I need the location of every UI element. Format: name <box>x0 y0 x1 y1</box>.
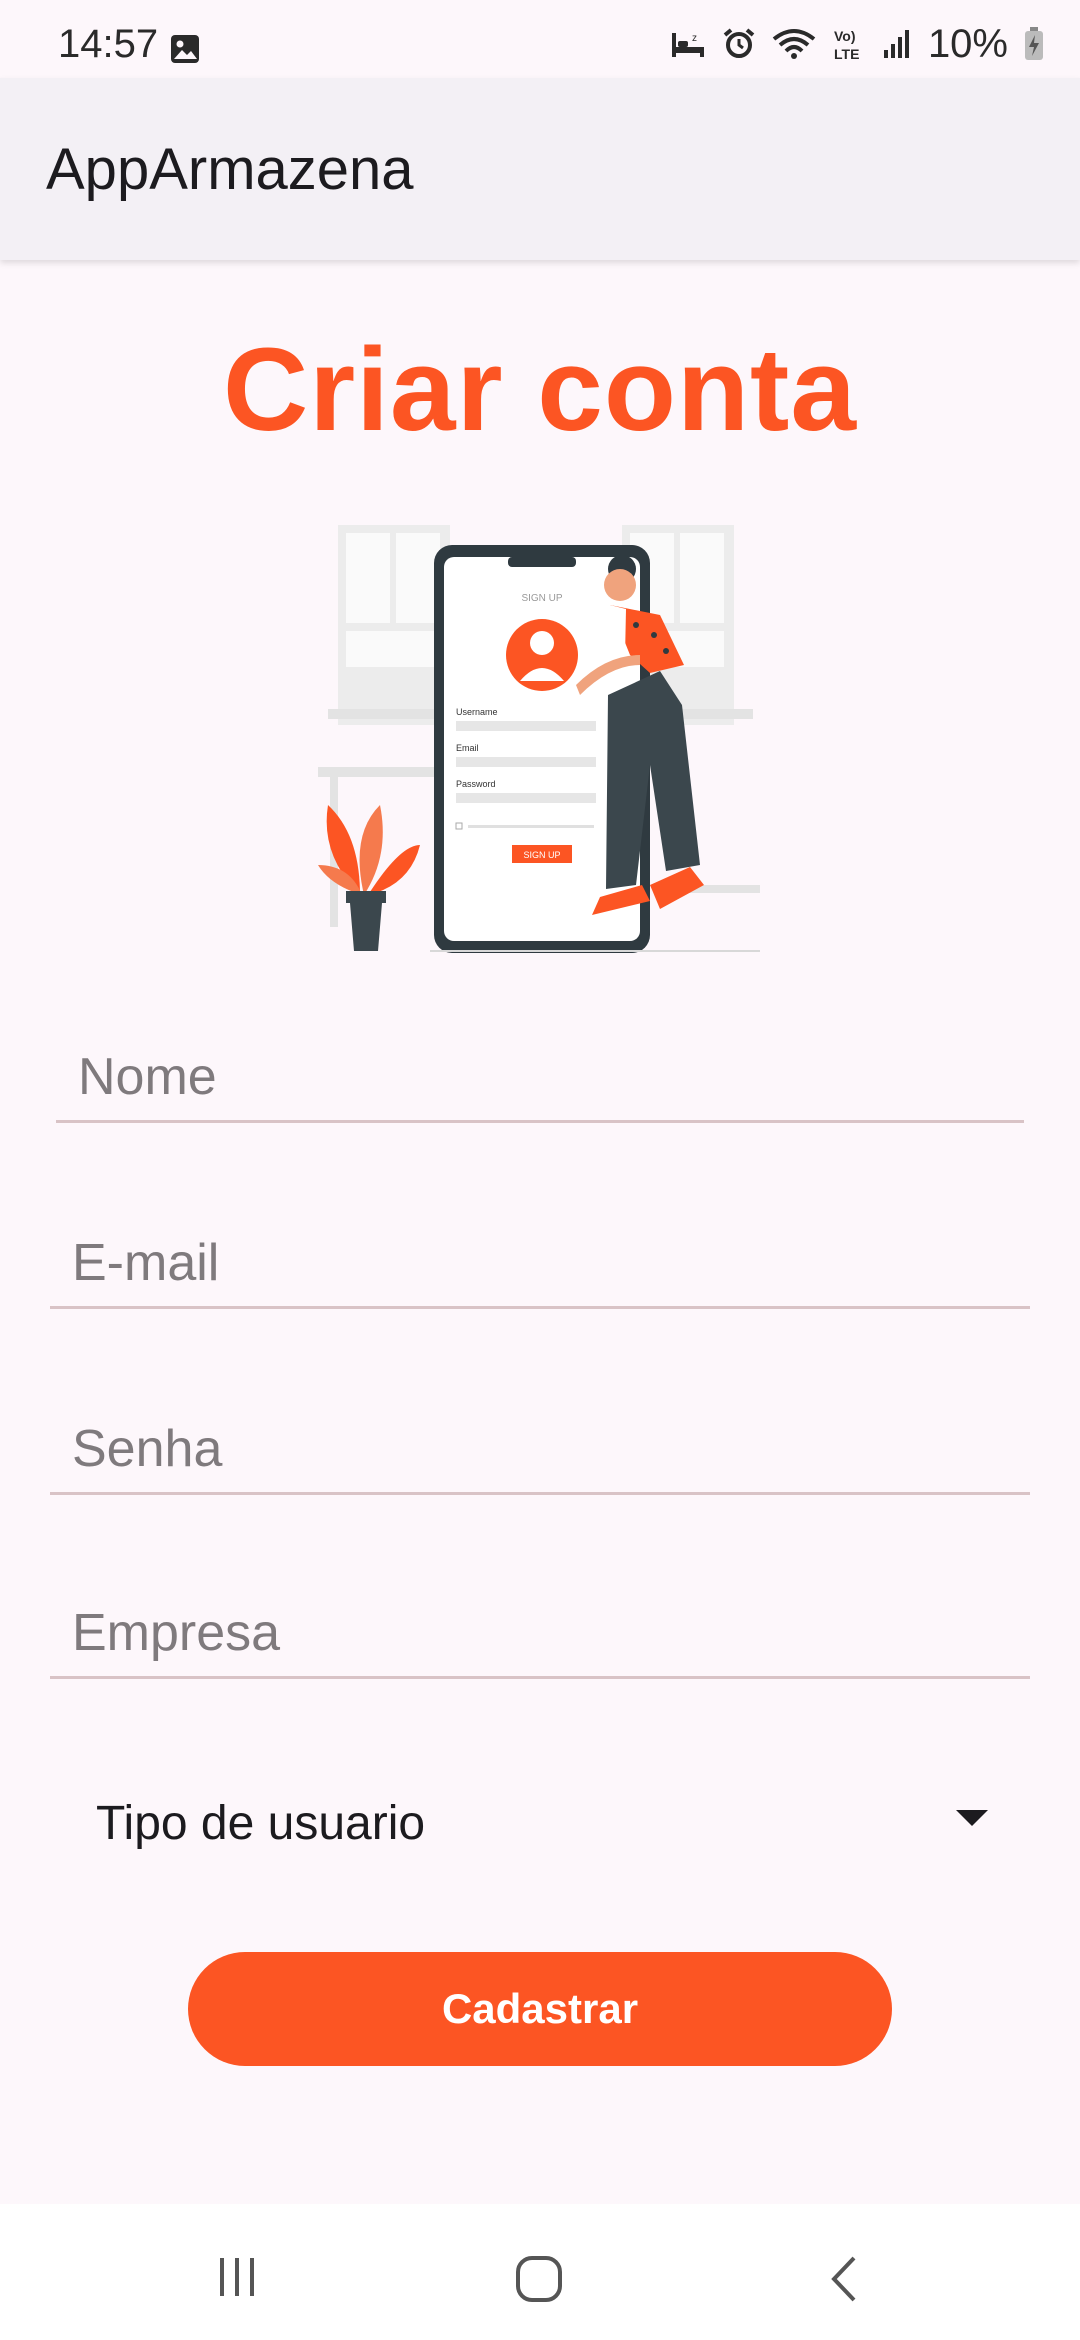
dropdown-arrow-icon <box>956 1810 988 1826</box>
user-type-label: Tipo de usuario <box>96 1796 426 1850</box>
name-input[interactable] <box>56 1040 1024 1114</box>
password-field[interactable] <box>50 1412 1030 1495</box>
sign-up-illustration: SIGN UP Username Email Password SIGN UP <box>318 525 760 953</box>
navigation-bar <box>0 2204 1080 2340</box>
user-type-dropdown[interactable]: Tipo de usuario <box>96 1778 996 1868</box>
phone-screen-title: SIGN UP <box>521 593 562 604</box>
app-title: AppArmazena <box>46 137 414 202</box>
phone-label-password: Password <box>456 779 496 789</box>
volte-icon: Vo) LTE <box>834 28 859 62</box>
email-input[interactable] <box>50 1226 1030 1300</box>
svg-text:LTE: LTE <box>834 46 859 62</box>
status-bar: 14:57 z Vo) LTE 10% <box>0 0 1080 78</box>
battery-percent: 10% <box>927 21 1008 66</box>
home-icon[interactable] <box>514 2254 564 2304</box>
image-icon <box>171 35 199 63</box>
svg-text:Vo): Vo) <box>834 28 856 44</box>
alarm-icon <box>723 28 755 58</box>
wifi-icon <box>772 29 816 59</box>
phone-signup-button: SIGN UP <box>523 850 560 860</box>
sleep-icon: z <box>671 33 704 57</box>
company-input[interactable] <box>50 1596 1030 1670</box>
company-field[interactable] <box>50 1596 1030 1679</box>
phone-label-username: Username <box>456 707 498 717</box>
app-bar: AppArmazena <box>0 78 1080 260</box>
password-input[interactable] <box>50 1412 1030 1486</box>
back-icon[interactable] <box>826 2254 862 2304</box>
page-title: Criar conta <box>223 324 857 456</box>
recent-apps-icon[interactable] <box>214 2254 260 2300</box>
status-time: 14:57 <box>58 22 159 66</box>
status-icons: z Vo) LTE 10% <box>670 22 1044 66</box>
email-field[interactable] <box>50 1226 1030 1309</box>
phone-label-email: Email <box>456 743 479 753</box>
battery-charging-icon <box>1025 27 1043 60</box>
name-field[interactable] <box>56 1040 1024 1123</box>
svg-text:z: z <box>692 33 697 44</box>
signal-icon <box>883 30 909 58</box>
register-button[interactable]: Cadastrar <box>188 1952 892 2066</box>
